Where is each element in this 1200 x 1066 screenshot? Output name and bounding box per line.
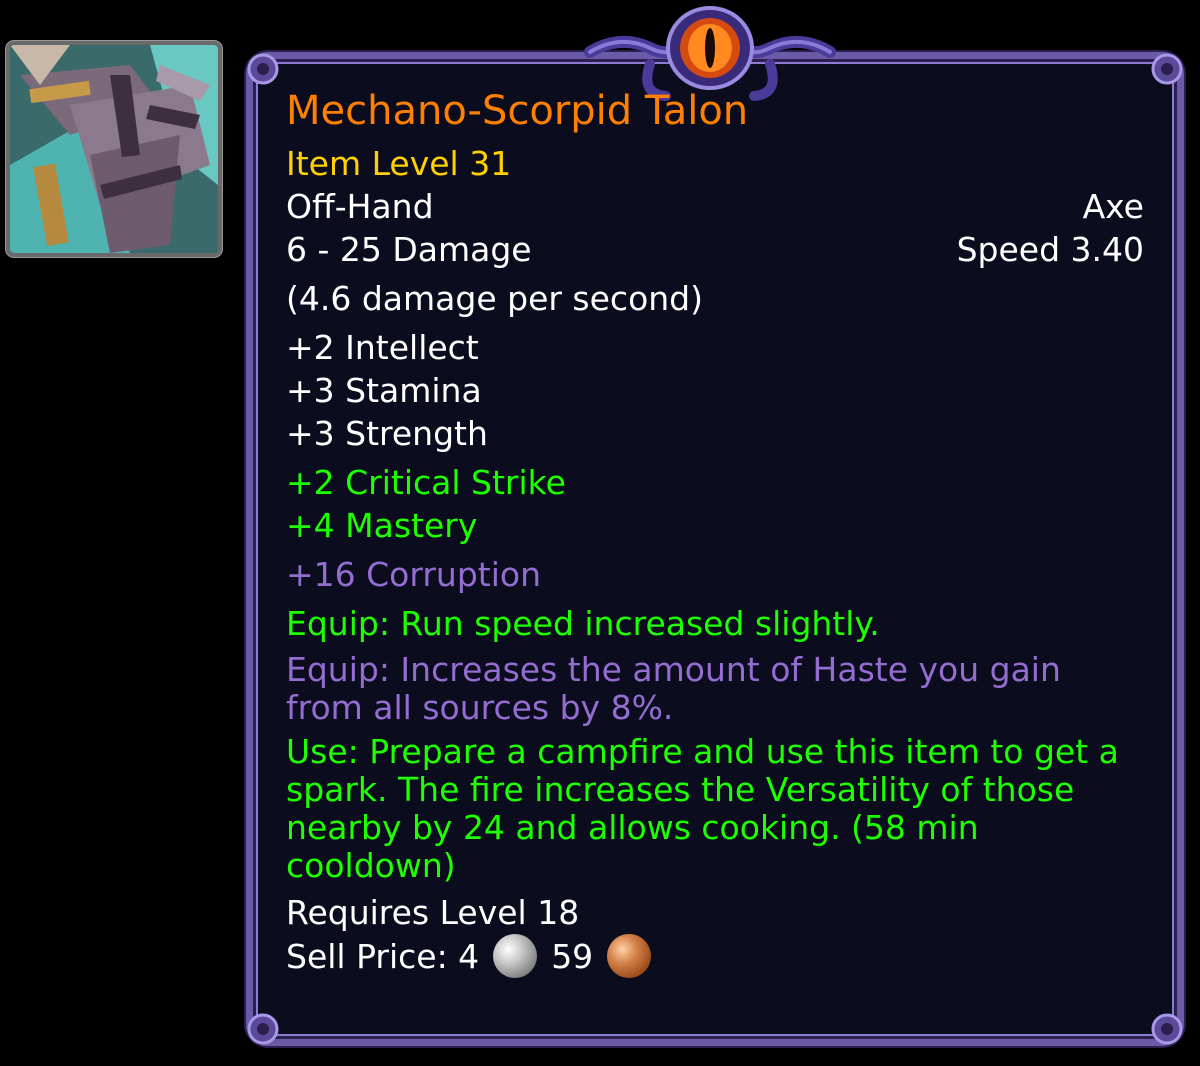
item-icon[interactable] — [6, 41, 222, 257]
secondary-stats: +2 Critical Strike +4 Mastery — [286, 461, 1144, 547]
item-type: Axe — [1082, 187, 1144, 226]
item-dps: (4.6 damage per second) — [286, 279, 703, 318]
required-level: Requires Level 18 — [286, 893, 580, 932]
item-level: Item Level 31 — [286, 144, 512, 183]
item-slot: Off-Hand — [286, 187, 434, 226]
sell-price-label: Sell Price: 4 — [286, 936, 480, 976]
stat-intellect: +2 Intellect — [286, 328, 479, 367]
primary-stats: +2 Intellect +3 Stamina +3 Strength — [286, 326, 1144, 455]
stat-mastery: +4 Mastery — [286, 506, 478, 545]
item-name: Mechano-Scorpid Talon — [286, 88, 749, 134]
tooltip-content: Mechano-Scorpid Talon Item Level 31 Off-… — [286, 86, 1144, 978]
copper-coin-icon — [607, 934, 652, 978]
corruption-stat: +16 Corruption — [286, 555, 541, 594]
corner-ornament-icon — [1151, 1013, 1183, 1045]
corruption-effect: Equip: Increases the amount of Haste you… — [286, 650, 1061, 727]
item-damage: 6 - 25 Damage — [286, 230, 532, 269]
item-speed: Speed 3.40 — [956, 230, 1144, 269]
silver-coin-icon — [493, 934, 538, 978]
sell-price-copper: 59 — [551, 936, 594, 976]
corner-ornament-icon — [1151, 53, 1183, 85]
damage-row: 6 - 25 Damage Speed 3.40 — [286, 228, 1144, 271]
corner-ornament-icon — [247, 1013, 279, 1045]
stat-critical-strike: +2 Critical Strike — [286, 463, 566, 502]
use-effect: Use: Prepare a campfire and use this ite… — [286, 732, 1119, 885]
stat-stamina: +3 Stamina — [286, 371, 482, 410]
mechano-scorpid-talon-icon — [10, 45, 218, 253]
sell-price: Sell Price: 4 59 — [286, 934, 1144, 978]
equip-effect: Equip: Run speed increased slightly. — [286, 604, 880, 643]
slot-row: Off-Hand Axe — [286, 185, 1144, 228]
stat-strength: +3 Strength — [286, 414, 488, 453]
corner-ornament-icon — [247, 53, 279, 85]
